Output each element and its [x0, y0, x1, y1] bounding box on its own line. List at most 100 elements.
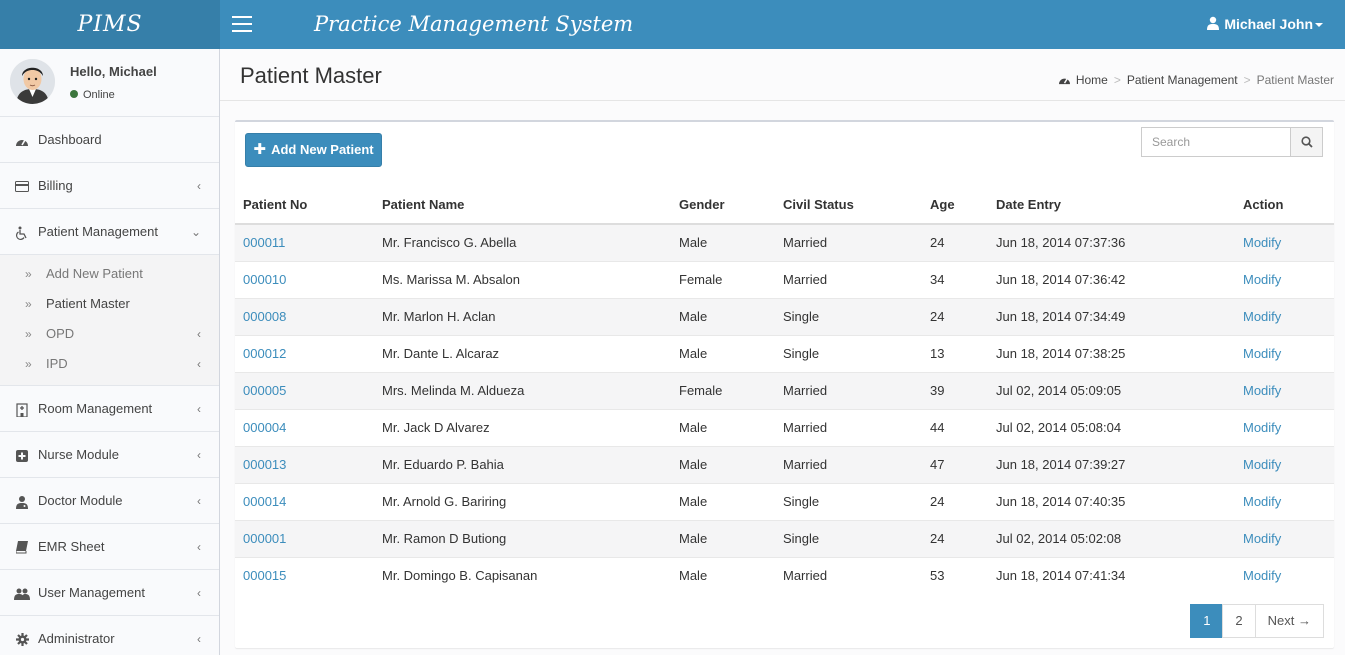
cell-patient-no[interactable]: 000012: [243, 346, 286, 361]
next-page-button[interactable]: Next →: [1254, 604, 1324, 638]
table-cell: Married: [775, 445, 922, 483]
modify-link[interactable]: Modify: [1243, 531, 1281, 546]
cell-age: 24: [930, 494, 945, 509]
table-cell: 24: [922, 297, 988, 335]
cell-patient-no[interactable]: 000008: [243, 309, 286, 324]
cell-patient-no[interactable]: 000001: [243, 531, 286, 546]
cell-gender: Male: [679, 494, 708, 509]
chevron-left-icon: ‹: [197, 357, 201, 371]
submenu-item-ipd[interactable]: » IPD ‹: [0, 349, 219, 379]
sidebar-item-dashboard[interactable]: Dashboard: [0, 117, 219, 163]
chevron-down-icon: ⌄: [190, 225, 201, 239]
double-chevron-icon: »: [25, 357, 32, 371]
cell-date-entry: Jun 18, 2014 07:37:36: [996, 235, 1126, 251]
table-cell: Male: [671, 223, 775, 261]
search-button[interactable]: [1290, 127, 1323, 157]
cell-age: 24: [930, 309, 945, 324]
column-header-date-entry[interactable]: Date Entry: [988, 186, 1235, 225]
page-2-button[interactable]: 2: [1222, 604, 1256, 638]
breadcrumb-patient-management[interactable]: Patient Management: [1127, 73, 1238, 87]
table-row: 000013 Mr. Eduardo P. Bahia Male Married 47 J…: [235, 445, 1334, 483]
column-header-patient-no[interactable]: Patient No: [235, 186, 374, 225]
submenu-item-patient-master[interactable]: » Patient Master: [0, 289, 219, 319]
cell-gender: Male: [679, 420, 708, 435]
user-md-icon: [14, 478, 30, 524]
cell-date-entry: Jun 18, 2014 07:41:34: [996, 568, 1126, 584]
table-cell: Single: [775, 482, 922, 520]
online-status: Online: [70, 89, 115, 101]
book-icon: [14, 524, 30, 570]
breadcrumb-home[interactable]: Home: [1076, 73, 1108, 87]
cell-date-entry: Jun 18, 2014 07:39:27: [996, 457, 1126, 472]
content-header: Patient Master Home > Patient Management > P…: [220, 49, 1345, 101]
cell-date-entry: Jul 02, 2014 05:09:05: [996, 383, 1122, 398]
table-cell: 000015: [235, 556, 374, 594]
page-1-button[interactable]: 1: [1190, 604, 1224, 638]
sidebar: Hello, Michael Online Dashboard Billing …: [0, 49, 220, 655]
cell-patient-no[interactable]: 000011: [243, 235, 285, 250]
table-cell: Jul 02, 2014 05:02:08: [988, 519, 1235, 557]
table-cell: Modify: [1235, 482, 1334, 520]
modify-link[interactable]: Modify: [1243, 309, 1281, 324]
pagination: 1 2 Next →: [1190, 604, 1324, 638]
table-cell: 000005: [235, 371, 374, 409]
hospital-icon: [14, 386, 30, 432]
modify-link[interactable]: Modify: [1243, 346, 1281, 361]
column-header-age[interactable]: Age: [922, 186, 988, 225]
cell-civil-status: Single: [783, 346, 820, 361]
cell-patient-no[interactable]: 000015: [243, 568, 286, 583]
modify-link[interactable]: Modify: [1243, 494, 1281, 509]
modify-link[interactable]: Modify: [1243, 457, 1281, 472]
cell-civil-status: Married: [783, 272, 828, 287]
column-header-patient-name[interactable]: Patient Name: [374, 186, 671, 225]
sidebar-item-billing[interactable]: Billing ‹: [0, 163, 219, 209]
sidebar-item-label: Billing: [38, 178, 73, 193]
modify-link[interactable]: Modify: [1243, 272, 1281, 287]
sidebar-item-doctor-module[interactable]: Doctor Module ‹: [0, 478, 219, 524]
hamburger-menu-icon[interactable]: [232, 16, 252, 32]
sidebar-item-user-management[interactable]: User Management ‹: [0, 570, 219, 616]
cell-patient-name: Ms. Marissa M. Absalon: [382, 272, 520, 287]
add-new-patient-button[interactable]: ✚ Add New Patient: [245, 133, 382, 167]
sidebar-item-label: Dashboard: [38, 132, 102, 147]
user-menu[interactable]: Michael John: [1206, 0, 1323, 50]
table-cell: Male: [671, 556, 775, 594]
submenu-item-opd[interactable]: » OPD ‹: [0, 319, 219, 349]
column-header-gender[interactable]: Gender: [671, 186, 775, 225]
logo[interactable]: PIMS: [0, 0, 220, 49]
table-cell: Modify: [1235, 445, 1334, 483]
table-cell: 000001: [235, 519, 374, 557]
cell-patient-no[interactable]: 000004: [243, 420, 286, 435]
cell-patient-no[interactable]: 000014: [243, 494, 286, 509]
table-cell: Modify: [1235, 556, 1334, 594]
sidebar-item-label: Administrator: [38, 631, 115, 646]
modify-link[interactable]: Modify: [1243, 383, 1281, 398]
search-input[interactable]: [1141, 127, 1291, 157]
table-cell: Married: [775, 260, 922, 298]
double-chevron-icon: »: [25, 327, 32, 341]
modify-link[interactable]: Modify: [1243, 568, 1281, 583]
submenu-item-add-new-patient[interactable]: » Add New Patient: [0, 259, 219, 289]
table-cell: Single: [775, 519, 922, 557]
cell-civil-status: Married: [783, 235, 828, 251]
table-cell: Jun 18, 2014 07:37:36: [988, 223, 1235, 261]
cell-patient-no[interactable]: 000010: [243, 272, 286, 287]
top-navbar: Practice Management System Michael John: [220, 0, 1345, 49]
column-header-civil-status[interactable]: Civil Status: [775, 186, 922, 225]
table-cell: Ms. Marissa M. Absalon: [374, 260, 671, 298]
cell-patient-no[interactable]: 000005: [243, 383, 286, 398]
search-icon: [1300, 136, 1313, 148]
modify-link[interactable]: Modify: [1243, 235, 1281, 250]
modify-link[interactable]: Modify: [1243, 420, 1281, 435]
greeting: Hello, Michael: [70, 64, 157, 79]
table-cell: Mr. Marlon H. Aclan: [374, 297, 671, 335]
sidebar-item-administrator[interactable]: Administrator ‹: [0, 616, 219, 655]
sidebar-item-nurse-module[interactable]: Nurse Module ‹: [0, 432, 219, 478]
sidebar-item-patient-management[interactable]: Patient Management ⌄: [0, 209, 219, 255]
cell-age: 24: [930, 531, 945, 546]
sidebar-item-emr-sheet[interactable]: EMR Sheet ‹: [0, 524, 219, 570]
cell-patient-no[interactable]: 000013: [243, 457, 286, 472]
sidebar-item-room-management[interactable]: Room Management ‹: [0, 386, 219, 432]
chevron-left-icon: ‹: [197, 327, 201, 341]
table-cell: Modify: [1235, 408, 1334, 446]
